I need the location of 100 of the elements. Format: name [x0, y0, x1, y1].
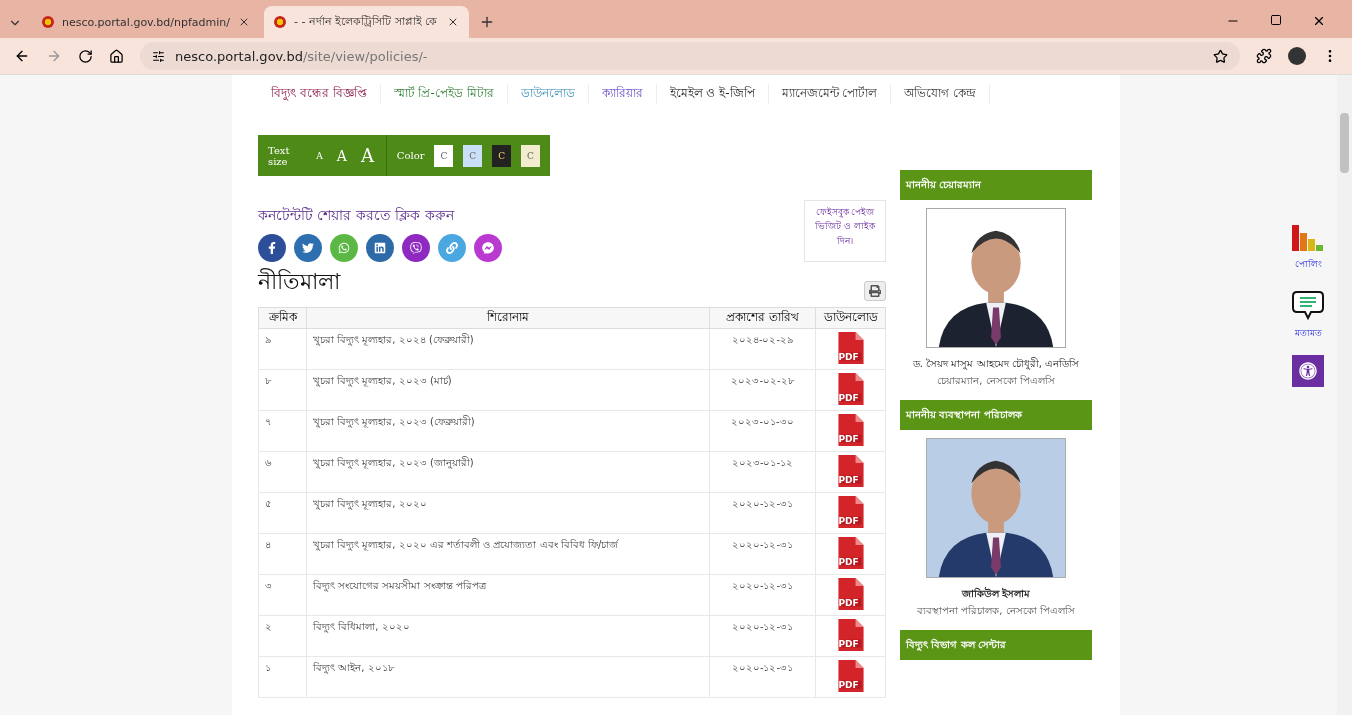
nav-link[interactable]: ক্যারিয়ার — [588, 84, 657, 104]
table-cell: খুচরা বিদ্যুৎ মূল্যহার, ২০২৩ (জানুয়ারী) — [306, 451, 710, 493]
pdf-file-icon[interactable] — [837, 537, 864, 569]
messenger-share-button[interactable] — [474, 234, 502, 262]
home-icon[interactable] — [109, 48, 124, 64]
back-icon[interactable] — [14, 48, 30, 64]
pdf-label: PDF — [838, 639, 859, 649]
poll-link[interactable]: পোলিং — [1294, 257, 1322, 272]
table-cell: ৫ — [258, 492, 307, 534]
reload-icon[interactable] — [78, 48, 93, 64]
table-cell: খুচরা বিদ্যুৎ মূল্যহার, ২০২৩ (মার্চ) — [306, 369, 710, 411]
viber-share-button[interactable] — [402, 234, 430, 262]
pdf-label: PDF — [838, 598, 859, 608]
scrollbar[interactable] — [1337, 75, 1352, 715]
link-share-button[interactable] — [438, 234, 466, 262]
pdf-label: PDF — [838, 434, 859, 444]
table-cell: ২০২৩-০১-১২ — [709, 451, 816, 493]
twitter-icon — [302, 242, 314, 254]
person-role: ব্যবস্থাপনা পরিচালক, নেসকো পিএলসি — [917, 604, 1075, 618]
text-size-button[interactable]: A — [314, 150, 325, 161]
pdf-file-icon[interactable] — [837, 332, 864, 364]
accessibility-button[interactable] — [1292, 355, 1324, 387]
section-heading: বিদ্যুৎ বিভাগ কল সেন্টার — [900, 630, 1092, 660]
table-cell: ২০২৪-০২-২৯ — [709, 328, 816, 370]
printer-icon — [869, 285, 881, 297]
extensions-icon[interactable] — [1256, 48, 1272, 64]
accessibility-icon — [1299, 362, 1317, 380]
pdf-label: PDF — [838, 680, 859, 690]
table-cell: ১ — [258, 656, 307, 698]
whatsapp-icon — [338, 242, 350, 254]
facebook-icon — [266, 242, 278, 254]
pdf-file-icon[interactable] — [837, 660, 864, 692]
browser-tab[interactable]: nesco.portal.gov.bd/npfadmin/ — [32, 6, 260, 38]
pdf-file-icon[interactable] — [837, 455, 864, 487]
color-theme-button[interactable]: C — [434, 144, 454, 167]
close-icon[interactable] — [1312, 14, 1326, 28]
table-cell: বিদ্যুৎ সংযোগের সময়সীমা সংক্রান্ত পরিপত্র — [306, 574, 710, 616]
table-cell: ২ — [258, 615, 307, 657]
facebook-share-button[interactable] — [258, 234, 286, 262]
section-heading: মাননীয় চেয়ারম্যান — [900, 170, 1092, 200]
table-cell: বিদ্যুৎ বিধিমালা, ২০২০ — [306, 615, 710, 657]
nav-link[interactable]: স্মার্ট প্রি-পেইড মিটার — [380, 84, 508, 104]
column-header: ক্রমিক — [258, 307, 307, 329]
nav-link[interactable]: ইমেইল ও ই-জিপি — [656, 84, 769, 104]
person-name: জাকিউল ইসলাম — [961, 586, 1031, 601]
table-cell: ২০২০-১২-৩১ — [709, 574, 816, 616]
address-bar[interactable]: nesco.portal.gov.bd/site/view/policies/- — [140, 42, 1240, 70]
pdf-label: PDF — [838, 393, 859, 403]
bar-chart-icon[interactable] — [1292, 225, 1324, 251]
table-cell: ৯ — [258, 328, 307, 370]
browser-tab[interactable]: - - নর্দান ইলেকট্রিসিটি সাপ্লাই কে — [263, 6, 469, 38]
profile-avatar[interactable] — [1288, 47, 1306, 65]
site-settings-icon[interactable] — [152, 49, 165, 63]
table-cell: ২০২০-১২-৩১ — [709, 615, 816, 657]
table-cell: খুচরা বিদ্যুৎ মূল্যহার, ২০২৩ (ফেব্রুয়ারী) — [306, 410, 710, 452]
table-cell: ৪ — [258, 533, 307, 575]
site-icon — [42, 16, 54, 28]
maximize-icon[interactable] — [1270, 14, 1282, 26]
pdf-file-icon[interactable] — [837, 496, 864, 528]
pdf-label: PDF — [838, 352, 859, 362]
text-size-button[interactable]: A — [358, 145, 376, 166]
facebook-page-link[interactable]: ফেইসবুক পেইজ ভিজিট ও লাইক দিন। — [804, 200, 886, 262]
table-cell: বিদ্যুৎ আইন, ২০১৮ — [306, 656, 710, 698]
text-size-label: Text size — [268, 144, 291, 167]
nav-link[interactable]: ডাউনলোড — [507, 84, 589, 104]
pdf-file-icon[interactable] — [837, 578, 864, 610]
color-theme-button[interactable]: C — [521, 144, 540, 167]
column-header: ডাউনলোড — [815, 307, 886, 329]
text-size-button[interactable]: A — [334, 147, 349, 164]
pdf-file-icon[interactable] — [837, 373, 864, 405]
feedback-link[interactable]: মতামত — [1294, 326, 1322, 341]
print-button[interactable] — [864, 281, 886, 301]
person-role: চেয়ারম্যান, নেসকো পিএলসি — [937, 374, 1055, 388]
person-name: ড. সৈয়দ মাসুম আহমেদ চৌধুরী, এনডিসি — [912, 356, 1080, 372]
table-cell: ২০২৩-০২-২৮ — [709, 369, 816, 411]
site-icon — [273, 16, 286, 28]
viber-icon — [410, 242, 422, 254]
bookmark-star-icon[interactable] — [1213, 48, 1228, 64]
color-theme-button[interactable]: C — [492, 144, 512, 167]
nav-link[interactable]: ম্যানেজমেন্ট পোর্টাল — [768, 84, 892, 104]
nav-link[interactable]: বিদ্যুৎ বন্ধের বিজ্ঞপ্তি — [258, 84, 381, 104]
column-header: প্রকাশের তারিখ — [709, 307, 816, 329]
color-label: Color — [396, 150, 425, 161]
color-theme-button[interactable]: C — [463, 144, 483, 167]
share-heading: কনটেন্টটি শেয়ার করতে ক্লিক করুন — [258, 206, 456, 225]
table-cell: ২০২০-১২-৩১ — [709, 533, 816, 575]
pdf-label: PDF — [838, 557, 859, 567]
table-cell: ৮ — [258, 369, 307, 411]
nav-link[interactable]: অভিযোগ কেন্দ্র — [891, 84, 991, 104]
table-cell: ২০২০-১২-৩১ — [709, 656, 816, 698]
linkedin-share-button[interactable] — [366, 234, 394, 262]
column-header: শিরোনাম — [306, 307, 710, 329]
table-cell: ২০২৩-০১-৩০ — [709, 410, 816, 452]
chat-bubble-icon[interactable] — [1292, 290, 1324, 320]
pdf-file-icon[interactable] — [837, 414, 864, 446]
table-cell: ৩ — [258, 574, 307, 616]
pdf-file-icon[interactable] — [837, 619, 864, 651]
twitter-share-button[interactable] — [294, 234, 322, 262]
page-title: নীতিমালা — [258, 267, 340, 296]
table-cell: ২০২০-১২-৩১ — [709, 492, 816, 534]
